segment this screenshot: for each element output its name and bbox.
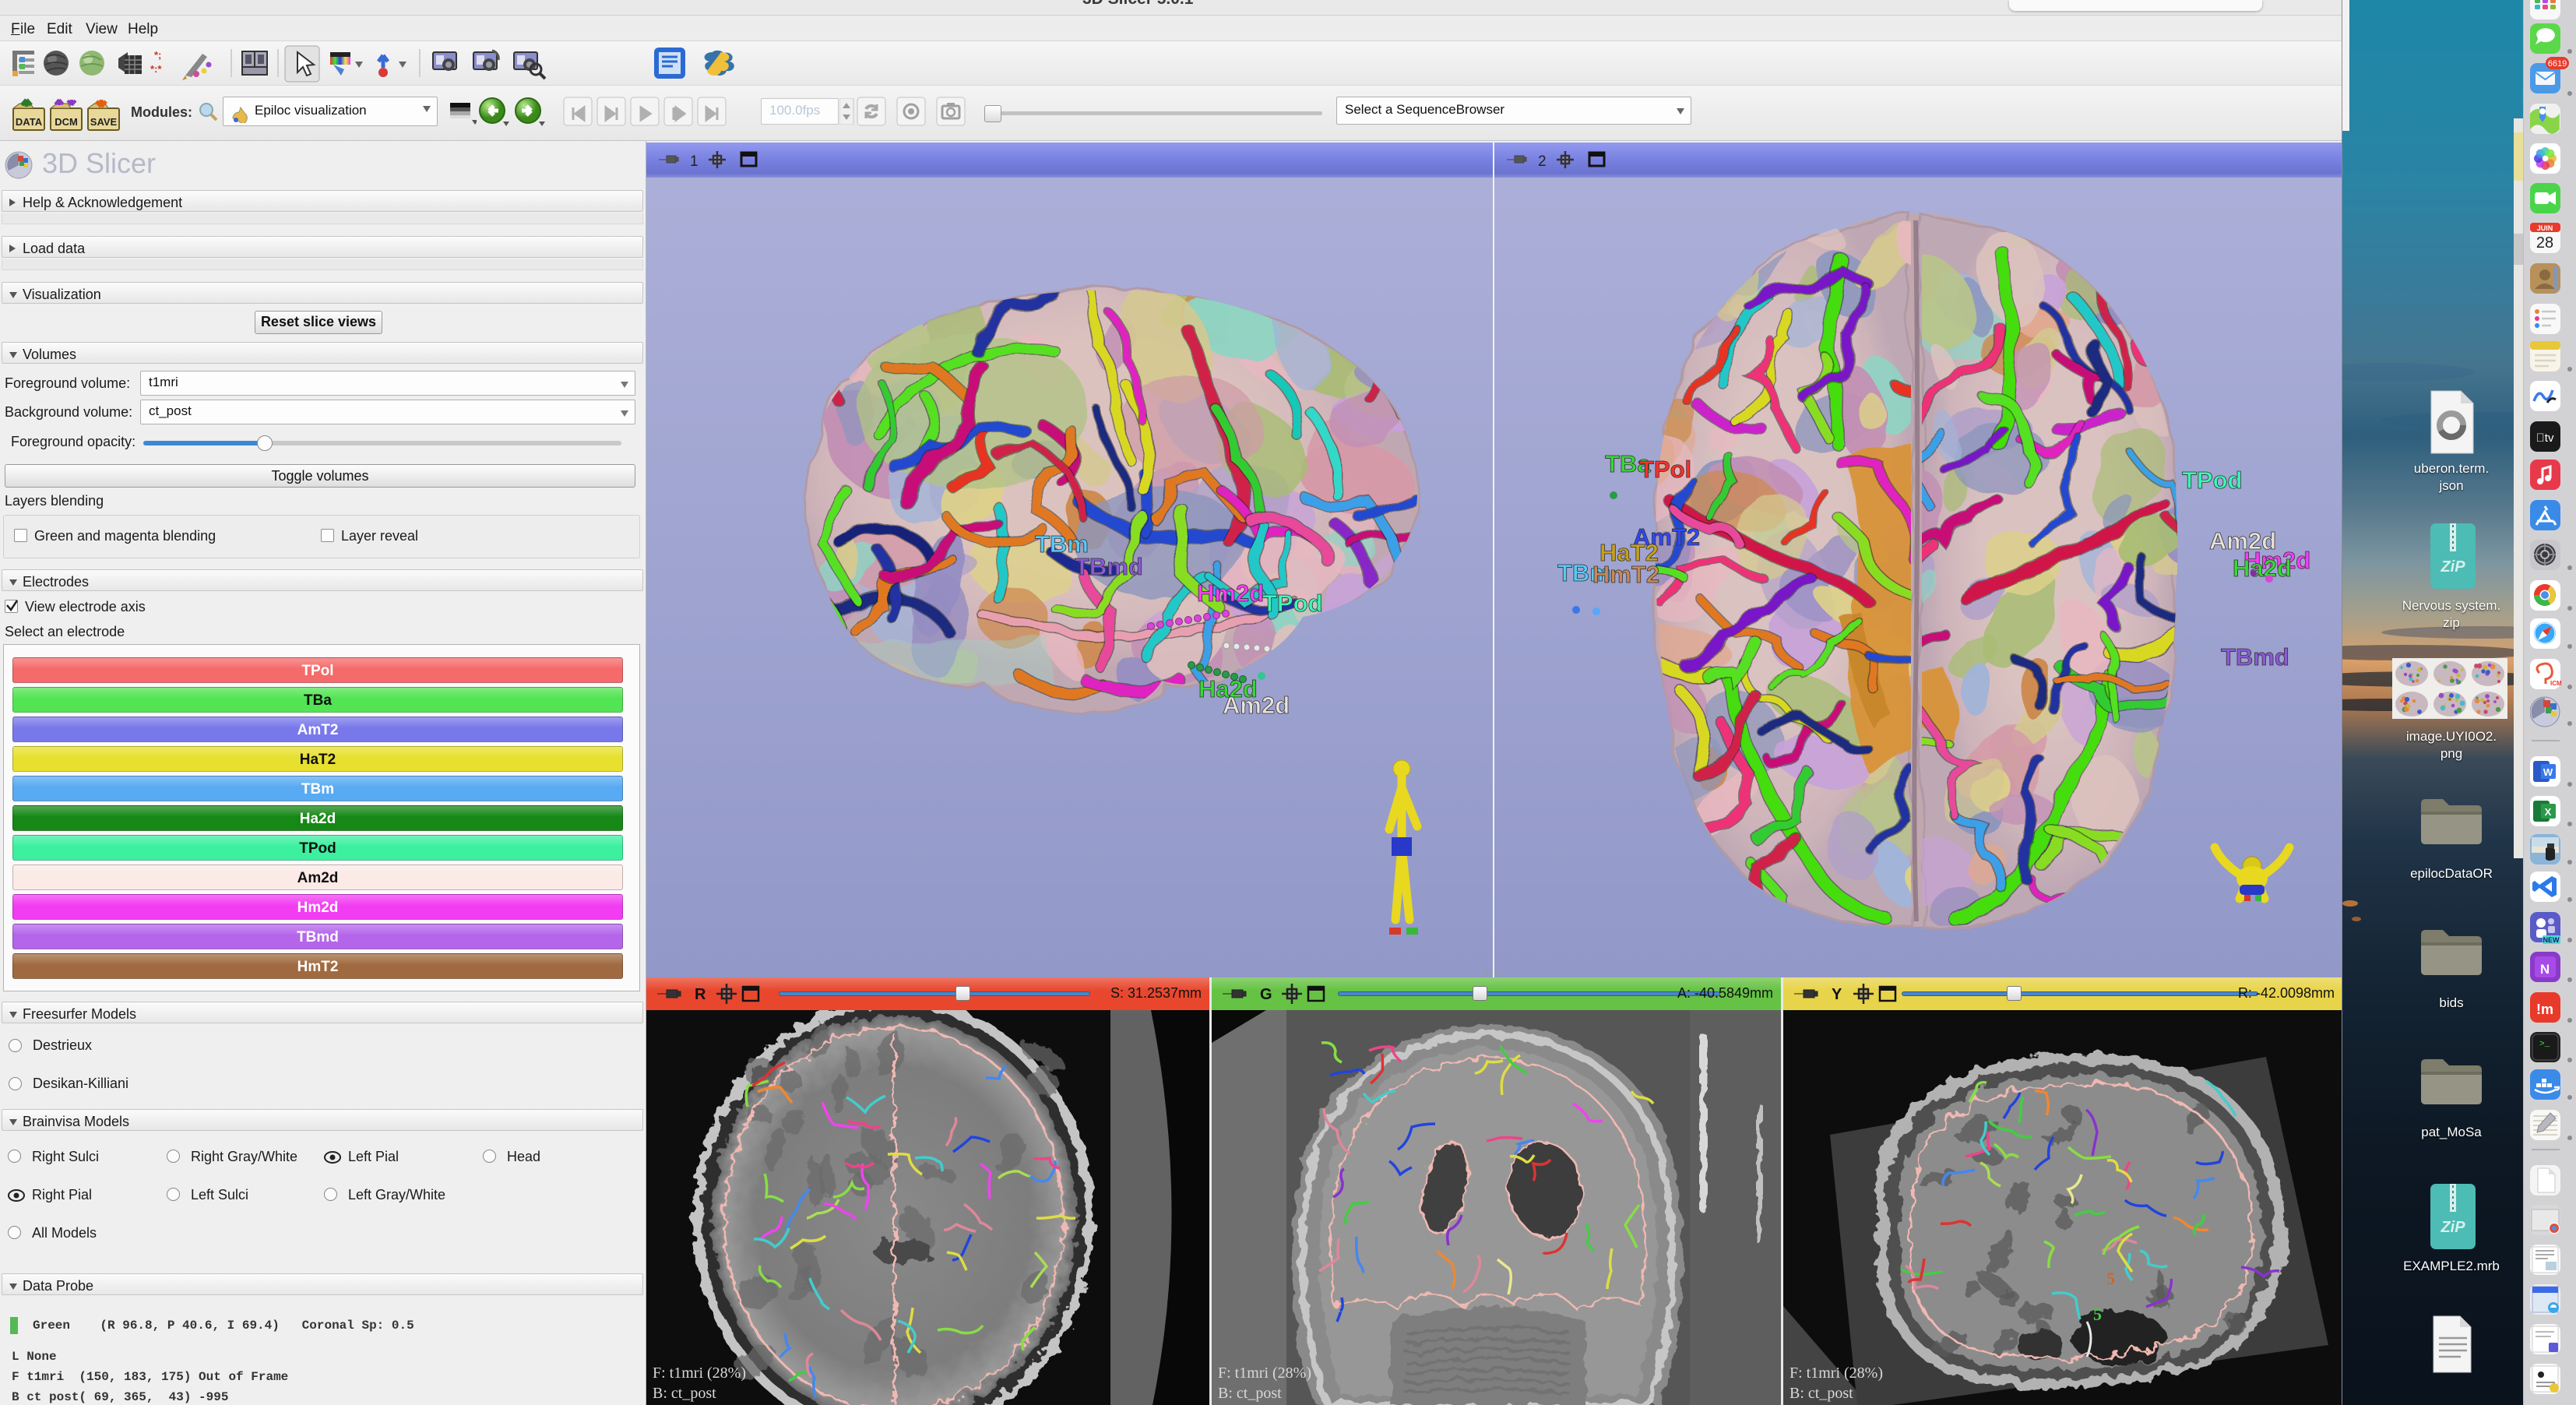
- svg-text:G: G: [1260, 986, 1272, 1003]
- svg-text:R: R: [695, 986, 706, 1003]
- svg-text:B: ct_post: B: ct_post: [1789, 1385, 1853, 1402]
- svg-text:>_: >_: [2539, 1040, 2550, 1049]
- svg-text:TPod: TPod: [1262, 590, 1323, 617]
- svg-text:2: 2: [1538, 153, 1547, 170]
- svg-text:5: 5: [2093, 1305, 2102, 1324]
- svg-text:Hm2d: Hm2d: [1197, 579, 1264, 607]
- svg-text:5: 5: [2106, 1269, 2115, 1288]
- svg-text:TBmd: TBmd: [1075, 553, 1143, 580]
- svg-text:TPol: TPol: [1639, 456, 1691, 483]
- svg-text:tv: tv: [2536, 431, 2554, 445]
- svg-text:W: W: [2543, 766, 2553, 778]
- svg-text:Ha2d: Ha2d: [2233, 555, 2292, 582]
- svg-text:B: ct_post: B: ct_post: [1218, 1385, 1282, 1402]
- svg-text:Am2d: Am2d: [1223, 692, 1290, 719]
- svg-text:*;: *;: [154, 49, 161, 61]
- svg-text:Y: Y: [1832, 986, 1842, 1003]
- svg-text:TBmd: TBmd: [2221, 643, 2289, 671]
- svg-text:TPod: TPod: [2182, 467, 2243, 494]
- svg-text:!m: !m: [2536, 1002, 2553, 1017]
- svg-text:F: t1mri (28%): F: t1mri (28%): [1789, 1365, 1883, 1382]
- svg-text:B: ct_post: B: ct_post: [653, 1385, 716, 1402]
- svg-text:SAVE: SAVE: [90, 116, 118, 128]
- svg-text:F: t1mri (28%): F: t1mri (28%): [653, 1365, 746, 1382]
- svg-text:28: 28: [2536, 234, 2553, 252]
- svg-text:F: t1mri (28%): F: t1mri (28%): [1218, 1365, 1311, 1382]
- svg-text:ZiP: ZiP: [2440, 558, 2465, 576]
- svg-text:X: X: [2545, 806, 2552, 818]
- svg-text:6619: 6619: [2548, 59, 2567, 69]
- svg-text:ZiP: ZiP: [2440, 1219, 2465, 1236]
- svg-text:NEW: NEW: [2543, 936, 2560, 944]
- svg-text:N: N: [2540, 962, 2550, 977]
- svg-text:1: 1: [690, 153, 699, 170]
- svg-text:HmT2: HmT2: [1592, 561, 1659, 588]
- svg-text:DATA: DATA: [16, 116, 43, 128]
- svg-text:DCM: DCM: [55, 116, 78, 128]
- svg-text:ICM: ICM: [2550, 680, 2562, 687]
- svg-text:JUIN: JUIN: [2537, 224, 2553, 232]
- svg-text:*:*: *:*: [150, 63, 162, 75]
